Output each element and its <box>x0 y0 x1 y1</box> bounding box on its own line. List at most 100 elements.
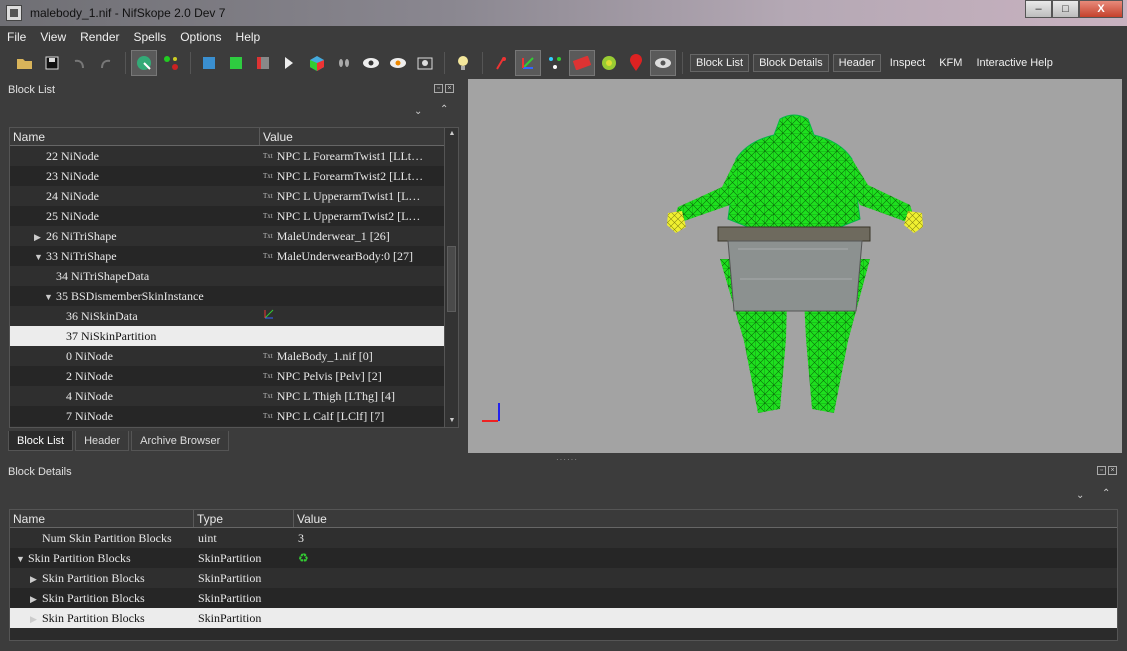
menu-help[interactable]: Help <box>229 30 268 44</box>
back-view-icon[interactable] <box>277 50 303 76</box>
menu-spells[interactable]: Spells <box>127 30 174 44</box>
table-row[interactable]: ▶ Skin Partition Blocks SkinPartition <box>10 588 1117 608</box>
table-row[interactable]: 0 NiNode Txt MaleBody_1.nif [0] <box>10 346 458 366</box>
splitter-handle[interactable]: ······ <box>556 455 578 464</box>
globe-icon[interactable] <box>596 50 622 76</box>
table-row[interactable]: 36 NiSkinData <box>10 306 458 326</box>
row-name-cell: ▶ Skin Partition Blocks <box>10 608 194 628</box>
float-icon[interactable]: ▫ <box>1097 466 1106 475</box>
save-icon[interactable] <box>39 50 65 76</box>
collapse-arrow-icon[interactable]: ▼ <box>34 247 46 266</box>
table-row[interactable]: Num Skin Partition Blocks uint 3 <box>10 528 1117 548</box>
open-icon[interactable] <box>12 50 38 76</box>
collapse-all-icon[interactable]: ⌄ <box>414 106 422 117</box>
select-icon[interactable] <box>131 50 157 76</box>
menu-file[interactable]: File <box>0 30 33 44</box>
table-row[interactable]: 24 NiNode Txt NPC L UpperarmTwist1 [L… <box>10 186 458 206</box>
tab-block-list[interactable]: Block List <box>8 431 74 451</box>
table-row[interactable]: 4 NiNode Txt NPC L Thigh [LThg] [4] <box>10 386 458 406</box>
color-cube-icon[interactable] <box>304 50 330 76</box>
redo-icon[interactable] <box>93 50 119 76</box>
table-row[interactable]: ▼ Skin Partition Blocks SkinPartition ♻ <box>10 548 1117 568</box>
footprint-icon[interactable] <box>331 50 357 76</box>
block-list-button[interactable]: Block List <box>690 54 750 72</box>
row-value-cell[interactable]: 3 <box>294 528 1114 548</box>
collapse-arrow-icon[interactable]: ▼ <box>16 549 28 568</box>
column-value[interactable]: Value <box>260 128 446 145</box>
scroll-up-icon[interactable]: ▲ <box>445 128 458 140</box>
close-button[interactable]: X <box>1079 0 1123 18</box>
undo-icon[interactable] <box>66 50 92 76</box>
table-row[interactable]: 37 NiSkinPartition <box>10 326 458 346</box>
inspect-button[interactable]: Inspect <box>885 55 930 71</box>
expand-arrow-icon[interactable]: ▶ <box>34 227 46 246</box>
texture-icon[interactable] <box>569 50 595 76</box>
tab-archive-browser[interactable]: Archive Browser <box>131 431 230 451</box>
table-row[interactable]: 23 NiNode Txt NPC L ForearmTwist2 [LLt… <box>10 166 458 186</box>
nodes-icon[interactable] <box>542 50 568 76</box>
block-details-button[interactable]: Block Details <box>753 54 829 72</box>
row-name: 23 NiNode <box>46 169 99 183</box>
row-value-cell[interactable] <box>294 608 1114 628</box>
toolbar-separator <box>444 52 445 74</box>
move-icon[interactable] <box>158 50 184 76</box>
collapse-all-icon[interactable]: ⌄ <box>1076 490 1084 501</box>
light-bulb-icon[interactable] <box>450 50 476 76</box>
table-row[interactable]: 7 NiNode Txt NPC L Calf [LClf] [7] <box>10 406 458 426</box>
table-row[interactable]: 25 NiNode Txt NPC L UpperarmTwist2 [L… <box>10 206 458 226</box>
header-button[interactable]: Header <box>832 54 881 72</box>
block-details-dock-buttons: ▫ × <box>1097 466 1117 475</box>
scroll-down-icon[interactable]: ▼ <box>445 415 458 427</box>
table-row[interactable]: 2 NiNode Txt NPC Pelvis [Pelv] [2] <box>10 366 458 386</box>
kfm-button[interactable]: KFM <box>934 55 967 71</box>
table-row[interactable]: ▶ Skin Partition Blocks SkinPartition <box>10 608 1117 628</box>
row-value-cell[interactable] <box>294 588 1114 608</box>
table-row[interactable]: ▶ 26 NiTriShape Txt MaleUnderwear_1 [26] <box>10 226 458 246</box>
table-row[interactable]: ▼ 35 BSDismemberSkinInstance <box>10 286 458 306</box>
expand-arrow-icon[interactable]: ▶ <box>30 609 42 628</box>
expand-arrow-icon[interactable]: ▶ <box>30 569 42 588</box>
green-cube-icon[interactable] <box>223 50 249 76</box>
pin-icon[interactable] <box>488 50 514 76</box>
menu-options[interactable]: Options <box>173 30 228 44</box>
render-viewport[interactable] <box>468 79 1122 453</box>
tab-header[interactable]: Header <box>75 431 130 451</box>
collapse-arrow-icon[interactable]: ▼ <box>44 287 56 306</box>
refresh-icon[interactable]: ♻ <box>298 551 309 565</box>
block-details-header: Name Type Value <box>10 510 1117 528</box>
scrollbar-thumb[interactable] <box>447 246 456 312</box>
column-type[interactable]: Type <box>194 510 294 527</box>
interactive-help-button[interactable]: Interactive Help <box>971 55 1057 71</box>
maximize-button[interactable]: □ <box>1052 0 1079 18</box>
screenshot-icon[interactable] <box>412 50 438 76</box>
float-icon[interactable]: ▫ <box>434 84 443 93</box>
minimize-button[interactable]: – <box>1025 0 1052 18</box>
row-value-cell[interactable] <box>294 568 1114 588</box>
visibility-icon[interactable] <box>650 50 676 76</box>
menu-view[interactable]: View <box>33 30 73 44</box>
close-icon[interactable]: × <box>445 84 454 93</box>
close-icon[interactable]: × <box>1108 466 1117 475</box>
expand-all-icon[interactable]: ⌃ <box>1102 488 1110 499</box>
column-name[interactable]: Name <box>10 128 260 145</box>
eye-icon[interactable] <box>358 50 384 76</box>
axes-icon[interactable] <box>515 50 541 76</box>
eye-orange-icon[interactable] <box>385 50 411 76</box>
table-row[interactable]: ▼ 33 NiTriShape Txt MaleUnderwearBody:0 [27… <box>10 246 458 266</box>
table-row[interactable]: 34 NiTriShapeData <box>10 266 458 286</box>
column-name[interactable]: Name <box>10 510 194 527</box>
row-value-cell[interactable]: ♻ <box>294 548 1114 568</box>
block-list-scrollbar[interactable]: ▲ ▼ <box>444 128 458 427</box>
red-cube-icon[interactable] <box>250 50 276 76</box>
expand-all-icon[interactable]: ⌃ <box>440 104 448 115</box>
front-view-icon[interactable] <box>196 50 222 76</box>
column-value[interactable]: Value <box>294 510 1114 527</box>
row-name-cell: 0 NiNode <box>10 346 260 366</box>
table-row[interactable]: ▶ Skin Partition Blocks SkinPartition <box>10 568 1117 588</box>
expand-arrow-icon[interactable]: ▶ <box>30 589 42 608</box>
row-name: 33 NiTriShape <box>46 249 117 263</box>
table-row[interactable]: 22 NiNode Txt NPC L ForearmTwist1 [LLt… <box>10 146 458 166</box>
menu-render[interactable]: Render <box>73 30 126 44</box>
row-name: Skin Partition Blocks <box>42 611 145 625</box>
marker-icon[interactable] <box>623 50 649 76</box>
